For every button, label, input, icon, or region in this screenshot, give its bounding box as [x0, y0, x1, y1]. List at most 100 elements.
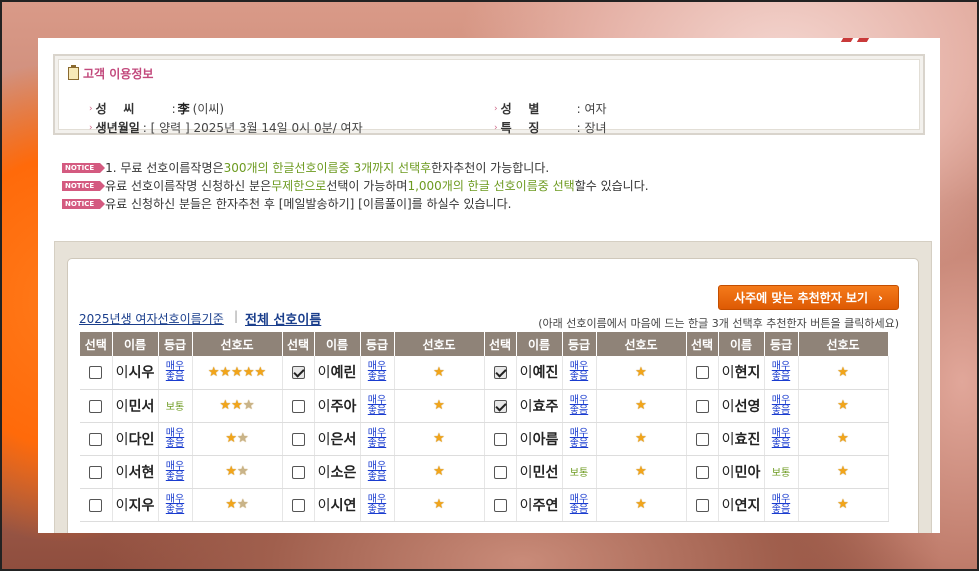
name-checkbox[interactable] — [695, 465, 709, 479]
name-checkbox[interactable] — [493, 399, 507, 413]
name-checkbox[interactable] — [89, 399, 103, 413]
name-text[interactable]: 이시우 — [116, 365, 155, 381]
column-header: 등급 — [562, 332, 597, 356]
preference-cell: ★ — [798, 389, 889, 423]
grade-cell: 보통 — [158, 389, 193, 423]
name-checkbox[interactable] — [493, 432, 507, 446]
grade-cell: 매우 좋음 — [158, 488, 193, 522]
name-text[interactable]: 이아름 — [520, 432, 559, 448]
customer-info-box: 고객 이용정보 › 성 씨 : 李 (이씨) › 생년월일 : [ 양력 ] 2… — [53, 54, 925, 135]
name-checkbox[interactable] — [291, 432, 305, 446]
star-icon: ★ — [225, 464, 237, 479]
grade-cell: 매우 좋음 — [158, 455, 193, 489]
name-checkbox[interactable] — [695, 399, 709, 413]
bullet-icon: › — [89, 122, 93, 133]
star-icon: ★ — [242, 364, 255, 380]
name-text[interactable]: 이민선 — [520, 465, 559, 481]
name-checkbox[interactable] — [493, 498, 507, 512]
grade-cell: 매우 좋음 — [562, 389, 597, 423]
column-header: 등급 — [764, 332, 799, 356]
name-checkbox[interactable] — [291, 366, 305, 380]
name-text[interactable]: 이연지 — [722, 498, 761, 514]
link-separator: | — [234, 309, 239, 323]
star-icon: ★ — [219, 398, 232, 413]
preference-cell: ★ — [596, 389, 687, 423]
name-cell: 이다인 — [112, 422, 159, 456]
all-names-link[interactable]: 전체 선호이름 — [245, 309, 321, 328]
preference-cell: ★ — [596, 422, 687, 456]
select-cell — [80, 389, 113, 423]
name-checkbox[interactable] — [89, 465, 103, 479]
star-icon: ★ — [242, 398, 255, 413]
select-cell — [282, 389, 315, 423]
name-checkbox[interactable] — [291, 498, 305, 512]
name-checkbox[interactable] — [695, 366, 709, 380]
name-cell: 이효주 — [516, 389, 563, 423]
name-cell: 이민선 — [516, 455, 563, 489]
select-cell — [80, 422, 113, 456]
notice-3: NOTICE 유료 신청하신 분들은 한자추천 후 [메일발송하기] [이름풀이… — [62, 195, 511, 212]
name-text[interactable]: 이현지 — [722, 365, 761, 381]
instruction-hint: (아래 선호이름에서 마음에 드는 한글 3개 선택후 추천한자 버튼을 클릭하… — [538, 317, 899, 330]
name-text[interactable]: 이주아 — [318, 399, 357, 415]
name-text[interactable]: 이민아 — [722, 465, 761, 481]
gender-row: › 성 별 : 여자 — [494, 102, 607, 116]
name-text[interactable]: 이소은 — [318, 465, 357, 481]
grade-cell: 매우 좋음 — [764, 488, 799, 522]
year-basis-link[interactable]: 2025년생 여자선호이름기준 — [79, 310, 224, 327]
star-icon: ★ — [433, 364, 445, 380]
name-text[interactable]: 이효주 — [520, 399, 559, 415]
name-cell: 이선영 — [718, 389, 765, 423]
grade-cell: 매우 좋음 — [158, 356, 193, 390]
preference-cell: ★★★★★ — [192, 356, 283, 390]
name-text[interactable]: 이예진 — [520, 365, 559, 381]
name-checkbox[interactable] — [695, 498, 709, 512]
name-checkbox[interactable] — [493, 465, 507, 479]
name-text[interactable]: 이민서 — [116, 399, 155, 415]
name-checkbox[interactable] — [291, 465, 305, 479]
grade-label: 보통 — [165, 402, 185, 413]
name-checkbox[interactable] — [89, 432, 103, 446]
grade-label: 매우 좋음 — [165, 427, 185, 449]
name-cell: 이연지 — [718, 488, 765, 522]
star-icon: ★ — [254, 364, 267, 380]
column-header: 선호도 — [596, 332, 687, 356]
name-text[interactable]: 이예린 — [318, 365, 357, 381]
name-cell: 이예진 — [516, 356, 563, 390]
recommend-hanja-button[interactable]: 사주에 맞는 추천한자 보기 › — [718, 285, 899, 310]
grade-cell: 보통 — [562, 455, 597, 489]
star-icon: ★ — [207, 364, 220, 380]
name-text[interactable]: 이주연 — [520, 498, 559, 514]
chevron-right-icon: › — [878, 290, 883, 305]
grade-label: 매우 좋음 — [367, 460, 387, 482]
name-text[interactable]: 이시연 — [318, 498, 357, 514]
name-text[interactable]: 이다인 — [116, 432, 155, 448]
name-checkbox[interactable] — [695, 432, 709, 446]
clipboard-icon — [68, 65, 79, 80]
name-checkbox[interactable] — [89, 366, 103, 380]
name-checkbox[interactable] — [291, 399, 305, 413]
name-cell: 이서현 — [112, 455, 159, 489]
name-checkbox[interactable] — [89, 498, 103, 512]
name-text[interactable]: 이서현 — [116, 465, 155, 481]
preference-cell: ★ — [798, 422, 889, 456]
name-text[interactable]: 이은서 — [318, 432, 357, 448]
preference-cell: ★★ — [192, 455, 283, 489]
preference-cell: ★ — [394, 455, 485, 489]
name-text[interactable]: 이선영 — [722, 399, 761, 415]
notice-1: NOTICE 1. 무료 선호이름작명은 300개의 한글선호이름중 3개까지 … — [62, 159, 549, 176]
column-header: 선호도 — [192, 332, 283, 356]
bullet-icon: › — [494, 103, 498, 114]
name-checkbox[interactable] — [493, 366, 507, 380]
grade-label: 매우 좋음 — [367, 493, 387, 515]
grade-label: 매우 좋음 — [569, 493, 589, 515]
grade-cell: 매우 좋음 — [360, 356, 395, 390]
grade-cell: 매우 좋음 — [360, 389, 395, 423]
star-icon: ★ — [635, 497, 647, 512]
name-text[interactable]: 이효진 — [722, 432, 761, 448]
star-icon: ★ — [433, 464, 445, 479]
star-icon: ★ — [237, 497, 249, 512]
name-text[interactable]: 이지우 — [116, 498, 155, 514]
select-cell — [282, 488, 315, 522]
star-icon: ★ — [237, 431, 249, 446]
